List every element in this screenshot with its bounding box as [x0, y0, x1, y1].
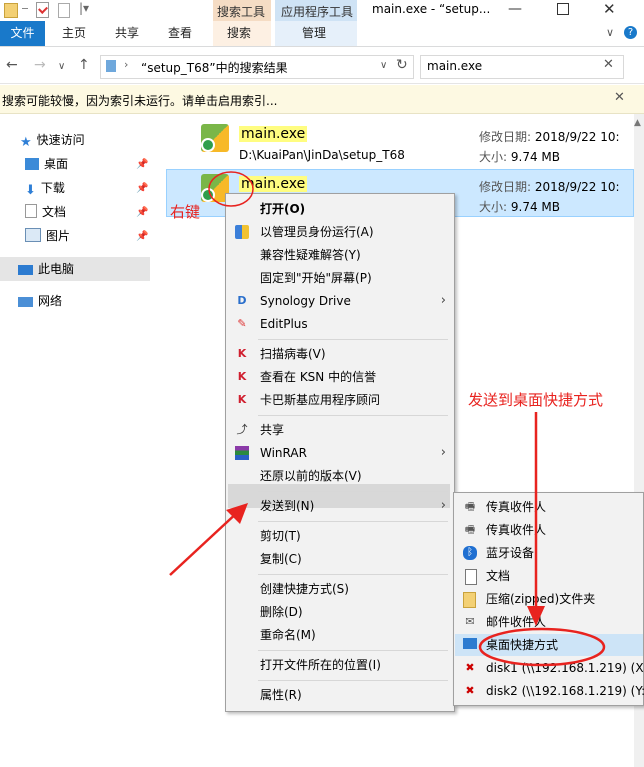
annotation-right-click: 右键 — [170, 203, 201, 221]
desktop-shortcut-circle — [478, 627, 606, 667]
desktop-arrow-head — [527, 606, 545, 626]
right-click-circle — [208, 171, 254, 207]
annotation-overlay — [169, 171, 606, 667]
annotation-send-to-desktop: 发送到桌面快捷方式 — [468, 391, 604, 409]
sendto-arrow-shaft — [169, 509, 241, 576]
